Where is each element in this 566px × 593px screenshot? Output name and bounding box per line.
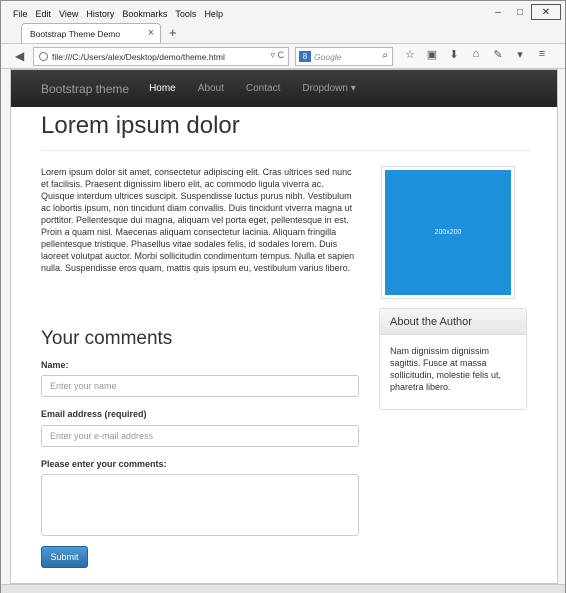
toolbar-icons: ☆ ▣ ⬇ ⌂ ✎ ▾ ≡ xyxy=(399,48,553,61)
search-engine-icon[interactable]: 8 xyxy=(299,51,311,62)
back-arrow-icon[interactable]: ◀ xyxy=(15,49,24,63)
comments-heading: Your comments xyxy=(41,328,173,349)
navbar-brand[interactable]: Bootstrap theme xyxy=(41,82,129,96)
email-label: Email address (required) xyxy=(41,409,147,419)
site-navbar: Bootstrap theme Home About Contact Dropd… xyxy=(11,70,557,107)
menu-hamburger-icon[interactable]: ≡ xyxy=(531,48,553,61)
menu-file[interactable]: File xyxy=(13,9,28,19)
menu-view[interactable]: View xyxy=(59,9,78,19)
page-title: Lorem ipsum dolor xyxy=(41,112,240,139)
minimize-button[interactable]: – xyxy=(487,4,509,20)
tab-title: Bootstrap Theme Demo xyxy=(30,28,121,39)
author-image: 200x200 xyxy=(381,166,515,299)
email-input[interactable]: Enter your e-mail address xyxy=(41,425,359,447)
browser-window: File Edit View History Bookmarks Tools H… xyxy=(0,0,566,593)
reload-icon[interactable]: ▿ C xyxy=(270,50,284,61)
nav-home[interactable]: Home xyxy=(149,83,176,94)
globe-icon xyxy=(39,52,48,61)
search-placeholder: Google xyxy=(314,51,342,62)
maximize-button[interactable]: □ xyxy=(509,4,531,20)
home-icon[interactable]: ⌂ xyxy=(465,48,487,61)
name-label: Name: xyxy=(41,360,69,370)
url-bar[interactable]: file:///C:/Users/alex/Desktop/demo/theme… xyxy=(33,47,289,66)
menu-history[interactable]: History xyxy=(86,9,114,19)
title-divider xyxy=(41,150,531,151)
page-viewport: Bootstrap theme Home About Contact Dropd… xyxy=(10,69,558,584)
bookmark-star-icon[interactable]: ☆ xyxy=(399,48,421,61)
status-bar xyxy=(1,584,565,593)
extension-dropdown-icon[interactable]: ▾ xyxy=(509,48,531,61)
tab-close-icon[interactable]: × xyxy=(148,27,154,39)
url-text: file:///C:/Users/alex/Desktop/demo/theme… xyxy=(52,51,225,62)
menu-help[interactable]: Help xyxy=(204,9,223,19)
tab-bootstrap-theme-demo[interactable]: Bootstrap Theme Demo × xyxy=(21,23,161,43)
nav-dropdown[interactable]: Dropdown ▾ xyxy=(302,83,355,94)
tab-strip: Bootstrap Theme Demo × + xyxy=(1,23,565,43)
panel-heading: About the Author xyxy=(380,309,526,335)
reading-list-icon[interactable]: ▣ xyxy=(421,48,443,61)
menu-bookmarks[interactable]: Bookmarks xyxy=(122,9,167,19)
about-author-panel: About the Author Nam dignissim dignissim… xyxy=(379,308,527,410)
extension-icon[interactable]: ✎ xyxy=(487,48,509,61)
body-paragraph: Lorem ipsum dolor sit amet, consectetur … xyxy=(41,167,355,273)
navigation-toolbar: ◀ file:///C:/Users/alex/Desktop/demo/the… xyxy=(1,43,565,69)
window-controls: – □ ✕ xyxy=(487,4,561,20)
comments-textarea[interactable] xyxy=(41,474,359,536)
search-bar[interactable]: 8 Google ⌕ xyxy=(295,47,393,66)
menu-edit[interactable]: Edit xyxy=(36,9,52,19)
download-icon[interactable]: ⬇ xyxy=(443,48,465,61)
new-tab-button[interactable]: + xyxy=(169,25,177,40)
nav-about[interactable]: About xyxy=(198,83,224,94)
name-input[interactable]: Enter your name xyxy=(41,375,359,397)
menu-bar: File Edit View History Bookmarks Tools H… xyxy=(1,5,565,23)
comments-label: Please enter your comments: xyxy=(41,459,167,469)
image-placeholder-label: 200x200 xyxy=(385,170,511,295)
nav-contact[interactable]: Contact xyxy=(246,83,280,94)
search-icon[interactable]: ⌕ xyxy=(382,50,388,61)
panel-body: Nam dignissim dignissim sagittis. Fusce … xyxy=(390,346,502,392)
menu-tools[interactable]: Tools xyxy=(175,9,196,19)
close-window-button[interactable]: ✕ xyxy=(531,4,561,20)
submit-button[interactable]: Submit xyxy=(41,546,88,568)
